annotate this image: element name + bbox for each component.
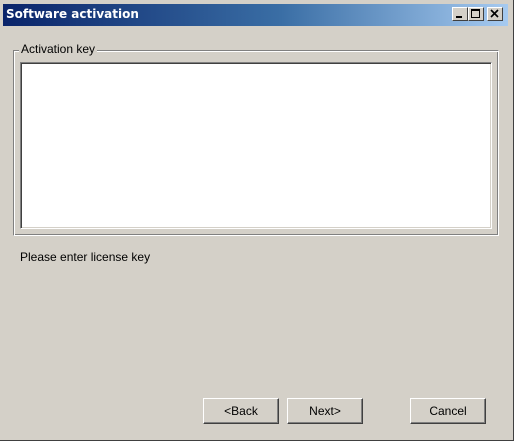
status-message: Please enter license key — [20, 250, 151, 264]
back-button[interactable]: <Back — [203, 398, 279, 424]
next-button[interactable]: Next> — [287, 398, 363, 424]
close-button[interactable] — [487, 7, 503, 21]
activation-window: Software activation Activation key Pleas… — [0, 0, 514, 441]
maximize-icon — [471, 9, 480, 18]
activation-key-label: Activation key — [19, 42, 98, 56]
minimize-icon — [456, 16, 462, 18]
minimize-button[interactable] — [452, 7, 468, 21]
close-icon — [490, 9, 499, 18]
maximize-button[interactable] — [468, 7, 484, 21]
window-title: Software activation — [6, 7, 139, 21]
cancel-button[interactable]: Cancel — [410, 398, 486, 424]
activation-key-input[interactable] — [20, 62, 492, 229]
title-bar[interactable]: Software activation — [3, 4, 508, 26]
